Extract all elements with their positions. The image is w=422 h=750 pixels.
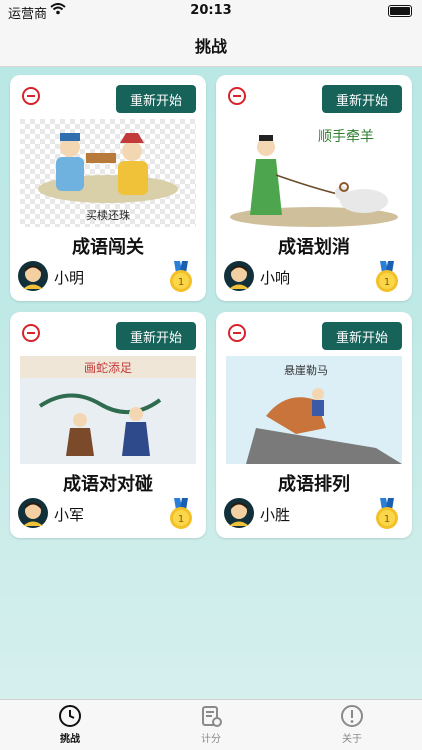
remove-icon[interactable] — [22, 324, 40, 342]
illustration-cliff-horse: 悬崖勒马 — [226, 356, 402, 464]
player-name: 小明 — [54, 269, 85, 287]
player-name: 小响 — [260, 269, 291, 287]
scoresheet-icon — [202, 706, 222, 727]
restart-button[interactable]: 重新开始 — [322, 85, 402, 113]
game-card-1[interactable]: 重新开始 买椟还珠 成语闯关 小明 1 — [10, 75, 206, 301]
tab-label: 计分 — [201, 734, 221, 745]
illustration-snake-feet: 画蛇添足 — [20, 356, 196, 464]
player-name: 小军 — [54, 506, 85, 524]
avatar-icon — [224, 261, 254, 291]
restart-button[interactable]: 重新开始 — [116, 85, 196, 113]
tab-label: 挑战 — [60, 734, 80, 745]
art-caption: 买椟还珠 — [86, 208, 130, 222]
info-icon — [341, 705, 363, 727]
card-title: 成语划消 — [278, 237, 350, 258]
card-title: 成语闯关 — [72, 237, 144, 258]
restart-button[interactable]: 重新开始 — [116, 322, 196, 350]
tab-label: 关于 — [342, 734, 362, 745]
tab-about[interactable]: 关于 — [312, 704, 392, 745]
medal-icon: 1 — [376, 498, 398, 529]
art-caption: 画蛇添足 — [84, 360, 132, 375]
art-caption: 顺手牵羊 — [318, 129, 374, 145]
tab-score[interactable]: 计分 — [171, 704, 251, 745]
player-name: 小胜 — [260, 506, 291, 524]
tab-challenge[interactable]: 挑战 — [30, 704, 110, 745]
top-bar: 运营商 20:13 挑战 — [0, 0, 422, 67]
avatar-icon — [224, 498, 254, 528]
medal-icon: 1 — [170, 261, 192, 292]
clock-icon — [59, 705, 81, 727]
page-title: 挑战 — [194, 37, 227, 56]
svg-text:1: 1 — [384, 514, 390, 525]
card-title: 成语对对碰 — [63, 474, 153, 495]
svg-text:1: 1 — [178, 277, 184, 288]
remove-icon[interactable] — [22, 87, 40, 105]
battery-icon — [388, 5, 412, 17]
game-card-2[interactable]: 重新开始 顺手牵羊 成语划消 小响 1 — [216, 75, 412, 301]
card-title: 成语排列 — [278, 474, 350, 495]
svg-text:1: 1 — [178, 514, 184, 525]
tab-bar: 挑战 计分 关于 — [0, 699, 422, 750]
svg-text:1: 1 — [384, 277, 390, 288]
medal-icon: 1 — [170, 498, 192, 529]
avatar-icon — [18, 261, 48, 291]
status-bar: 运营商 20:13 — [0, 0, 422, 22]
remove-icon[interactable] — [228, 324, 246, 342]
game-card-4[interactable]: 重新开始 悬崖勒马 成语排列 小胜 1 — [216, 312, 412, 538]
game-card-3[interactable]: 重新开始 画蛇添足 成语对对碰 小军 1 — [10, 312, 206, 538]
illustration-leading-sheep: 顺手牵羊 — [226, 119, 402, 227]
restart-button[interactable]: 重新开始 — [322, 322, 402, 350]
avatar-icon — [18, 498, 48, 528]
remove-icon[interactable] — [228, 87, 246, 105]
illustration-buying-casket: 买椟还珠 — [20, 119, 196, 227]
medal-icon: 1 — [376, 261, 398, 292]
clock-time: 20:13 — [190, 3, 232, 18]
art-caption: 悬崖勒马 — [284, 364, 328, 377]
